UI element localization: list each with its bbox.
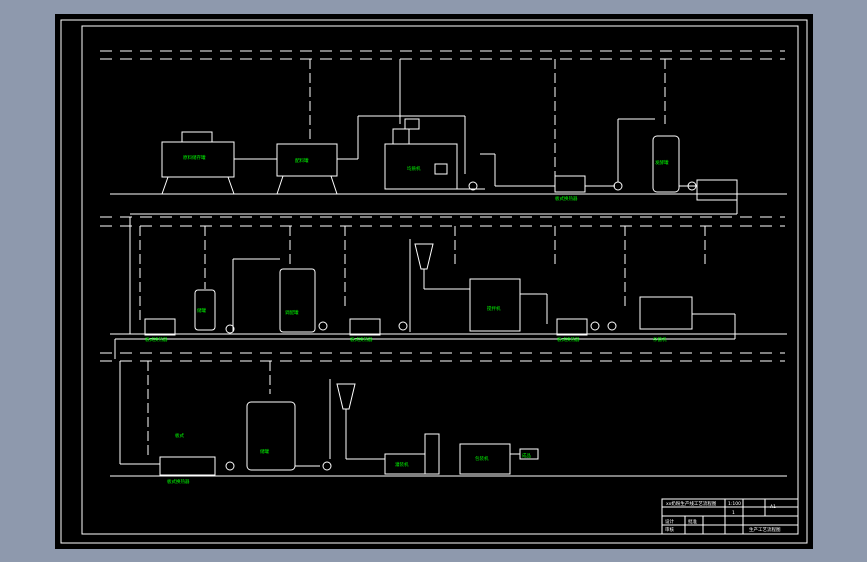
- plate-exchanger-1: [554, 175, 586, 193]
- outer-border: [60, 19, 808, 544]
- label: 搅拌机: [487, 305, 501, 312]
- label: 包装机: [475, 455, 489, 462]
- title-block-design: 设计: [665, 518, 674, 525]
- label: 原料储存罐: [183, 154, 206, 161]
- title-block-title: xx奶粉生产线工艺流程图: [666, 500, 717, 507]
- plate-exchanger-3: [349, 318, 381, 336]
- label: 发酵罐: [655, 159, 669, 166]
- inner-border: [81, 25, 799, 535]
- plate-exchanger-4: [556, 318, 588, 336]
- label: 调配罐: [285, 309, 299, 316]
- label: 杀菌机: [653, 336, 667, 343]
- homogenizer: [384, 143, 458, 190]
- plate-exchanger-2: [144, 318, 176, 336]
- label: 板式换热器: [145, 336, 168, 343]
- label: 灌装机: [395, 461, 409, 468]
- blending-tank: [279, 268, 316, 333]
- title-block-approve: 批准: [688, 518, 697, 525]
- stirrer: [469, 278, 521, 332]
- label: 配料罐: [295, 157, 309, 164]
- label: 储罐: [260, 448, 269, 455]
- title-block-check: 审核: [665, 526, 674, 533]
- drawing-canvas: 原料储存罐 配料罐 均质机 板式换热器 发酵罐 板式换热器 储罐 调配罐 板式换…: [55, 14, 813, 549]
- label: 板式换热器: [350, 336, 373, 343]
- label: 成品: [522, 452, 531, 459]
- title-block-footer: 生产工艺流程图: [749, 526, 781, 533]
- title-block-scale: 1:100: [728, 501, 741, 507]
- label: 板式换热器: [167, 478, 190, 485]
- sterilizer: [639, 296, 693, 330]
- plate-exchanger-5: [159, 456, 216, 476]
- label: 均质机: [407, 165, 421, 172]
- label: 板式换热器: [555, 195, 578, 202]
- title-block-sheet: 1: [732, 510, 735, 516]
- title-block-code: A1: [770, 504, 776, 510]
- label: 板式换热器: [557, 336, 580, 343]
- storage-tank-3: [246, 401, 296, 471]
- label: 储罐: [197, 307, 206, 314]
- label: 板式: [175, 432, 184, 439]
